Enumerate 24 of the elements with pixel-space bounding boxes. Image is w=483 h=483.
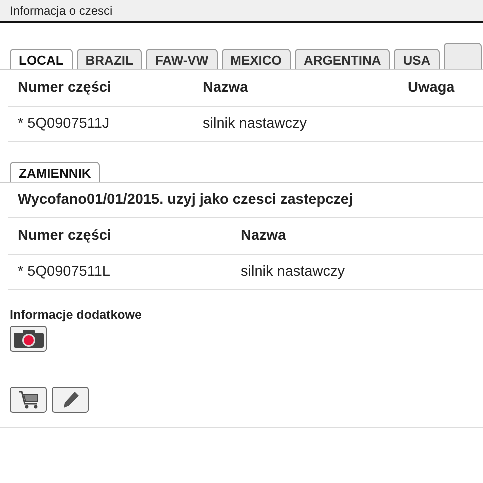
camera-button[interactable] (10, 326, 47, 352)
cart-button[interactable] (10, 387, 47, 413)
panel-title: Informacja o czesci (10, 4, 113, 18)
tab[interactable]: LOCAL (10, 49, 73, 69)
tab[interactable]: BRAZIL (76, 49, 142, 69)
table-cell: * 5Q0907511J (18, 116, 110, 132)
tab[interactable]: FAW-VW (146, 49, 218, 69)
column-header: Numer części (18, 228, 112, 244)
tab[interactable]: USA (394, 49, 440, 69)
column-header: Nazwa (203, 80, 248, 96)
cart-icon (18, 390, 40, 410)
tab[interactable]: ZAMIENNIK (10, 162, 100, 182)
tab[interactable]: ARGENTINA (294, 49, 390, 69)
edit-button[interactable] (52, 387, 89, 413)
camera-icon (14, 330, 44, 348)
table-cell: * 5Q0907511L (18, 264, 110, 280)
tab[interactable]: MEXICO (222, 49, 291, 69)
notice-text: Wycofano01/01/2015. uzyj jako czesci zastepczej (18, 192, 354, 208)
table-cell: silnik nastawczy (241, 264, 345, 280)
column-header: Nazwa (241, 228, 286, 244)
column-header: Numer części (18, 80, 112, 96)
column-header: Uwaga (408, 80, 455, 96)
table-cell: silnik nastawczy (203, 116, 307, 132)
section-title: Informacje dodatkowe (10, 308, 142, 322)
